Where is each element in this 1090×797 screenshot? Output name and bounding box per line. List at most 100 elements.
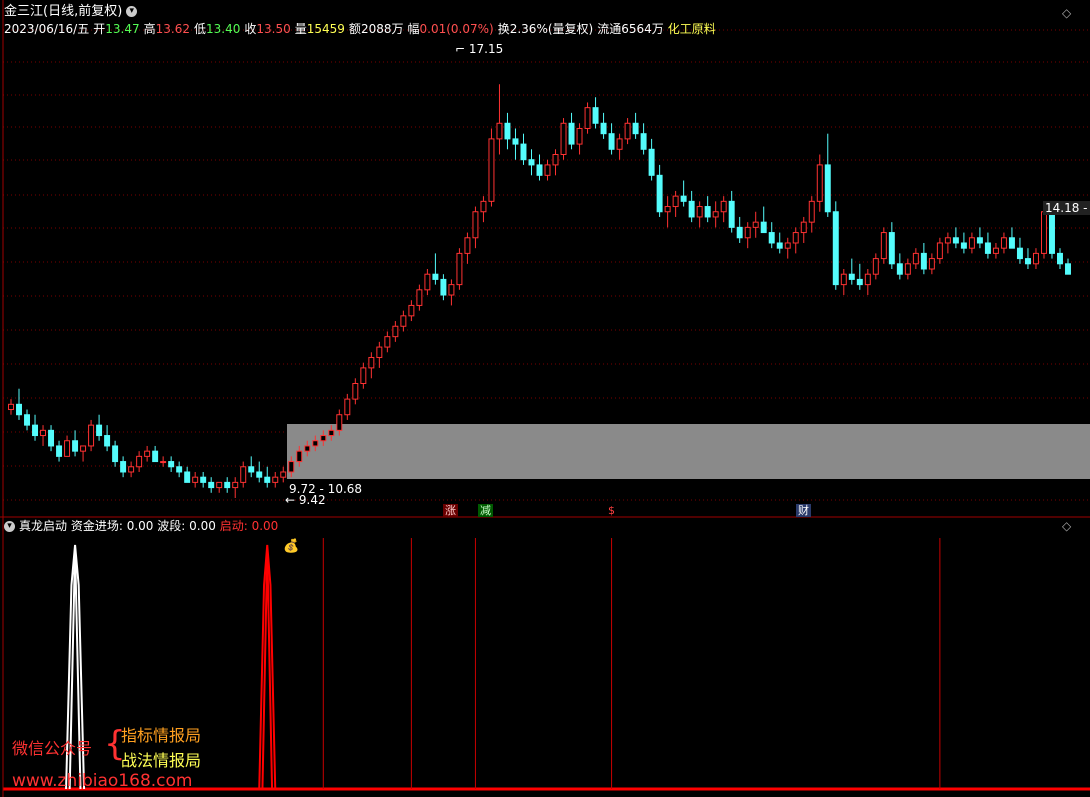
candle-down <box>568 122 575 145</box>
candle-down <box>736 226 743 239</box>
candle-up <box>88 424 95 447</box>
candle-down <box>152 450 159 463</box>
candle-down <box>1057 252 1063 265</box>
candle-down <box>512 138 519 145</box>
candle-up <box>232 481 239 489</box>
candle-up <box>400 315 407 327</box>
candle-up <box>464 237 471 254</box>
amount-label: 额 <box>348 22 361 36</box>
event-tag-jian[interactable]: 减 <box>478 504 493 517</box>
info-change: 0.01(0.07%) <box>419 22 494 36</box>
candle-up <box>792 232 799 244</box>
float-label: 流通 <box>597 22 622 36</box>
candle-down <box>176 466 183 473</box>
info-float: 6564万 <box>621 22 664 36</box>
fund-value: 0.00 <box>126 519 154 533</box>
candle-up <box>576 127 583 145</box>
candle-up <box>192 476 199 483</box>
candle-down <box>632 122 639 135</box>
candle-up <box>376 346 383 358</box>
candle-up <box>424 273 431 291</box>
chart-title[interactable]: 金三江(日线,前复权) ▾ <box>4 5 138 19</box>
info-volume: 15459 <box>306 22 345 36</box>
candle-down <box>984 242 991 254</box>
candle-down <box>440 278 447 296</box>
indicator-dropdown-icon[interactable]: ▾ <box>4 521 15 532</box>
dropdown-icon[interactable]: ▾ <box>126 6 138 17</box>
candle-up <box>280 471 287 478</box>
candle-down <box>432 273 439 280</box>
candle-up <box>368 356 375 369</box>
candle-up <box>480 200 487 213</box>
candle-up <box>720 200 727 213</box>
candle-down <box>728 200 735 228</box>
candle-up <box>936 242 943 260</box>
event-tag-cai[interactable]: 财 <box>796 504 811 517</box>
candle-down <box>760 221 767 234</box>
candle-up <box>664 206 671 213</box>
info-sector[interactable]: 化工原料 <box>668 22 716 36</box>
candle-down <box>56 445 63 457</box>
candle-down <box>976 237 983 244</box>
candle-down <box>896 263 903 275</box>
candle-down <box>848 273 855 280</box>
info-low: 13.40 <box>205 22 241 36</box>
low-annotation: ← 9.42 <box>285 493 326 507</box>
candle-up <box>352 383 359 400</box>
candle-up <box>944 237 951 244</box>
candle-down <box>600 122 607 135</box>
change-label: 幅 <box>407 22 420 36</box>
info-date: 2023/06/16/五 <box>4 22 90 36</box>
diamond-icon[interactable]: ◇ <box>1062 6 1071 20</box>
candle-down <box>104 435 111 447</box>
candle-up <box>312 440 319 447</box>
candle-up <box>288 461 295 473</box>
candle-down <box>952 237 959 244</box>
diamond-icon-lower[interactable]: ◇ <box>1062 519 1071 533</box>
candle-up <box>624 122 631 140</box>
candle-down <box>72 440 79 452</box>
candle-up <box>928 258 935 270</box>
info-amount: 2088万 <box>360 22 404 36</box>
candle-down <box>528 159 535 166</box>
candle-up <box>880 232 887 260</box>
candle-up <box>40 429 47 437</box>
candle-up <box>144 450 151 457</box>
candle-down <box>1008 237 1015 249</box>
candle-down <box>520 143 527 161</box>
candle-up <box>744 226 751 239</box>
event-tag-zhang[interactable]: 涨 <box>443 504 458 517</box>
candle-up <box>552 154 559 166</box>
info-close: 13.50 <box>256 22 291 36</box>
candle-up <box>496 122 503 140</box>
candle-down <box>24 414 31 426</box>
candle-down <box>16 403 22 416</box>
candle-up <box>448 284 455 296</box>
candle-up <box>160 461 167 464</box>
candle-up <box>456 252 463 286</box>
candle-up <box>216 481 223 489</box>
candle-down <box>200 476 207 483</box>
candle-up <box>408 304 415 317</box>
high-mark: 17.15 <box>468 42 504 56</box>
watermark-line1: 指标情报局 <box>121 726 202 745</box>
watermark-line2: 战法情报局 <box>121 751 202 770</box>
kline-chart[interactable] <box>0 0 1090 797</box>
info-open: 13.47 <box>105 22 140 36</box>
candle-up <box>544 164 551 176</box>
candle-down <box>120 461 127 473</box>
candle-down <box>184 471 191 483</box>
candle-down <box>224 481 231 489</box>
candle-down <box>960 242 967 249</box>
candle-down <box>824 164 831 213</box>
candle-down <box>1024 258 1031 265</box>
candle-down <box>1065 263 1071 275</box>
money-bag-icon: 💰 <box>283 539 300 554</box>
candle-up <box>136 455 143 468</box>
indicator-header[interactable]: ▾ 真龙启动 资金进场: 0.00 波段: 0.00 启动: 0.00 <box>4 519 278 533</box>
candle-up <box>560 122 567 155</box>
candle-down <box>536 164 543 176</box>
event-tag-dollar[interactable]: $ <box>606 504 617 517</box>
candle-down <box>640 133 647 150</box>
candle-up <box>784 242 791 249</box>
